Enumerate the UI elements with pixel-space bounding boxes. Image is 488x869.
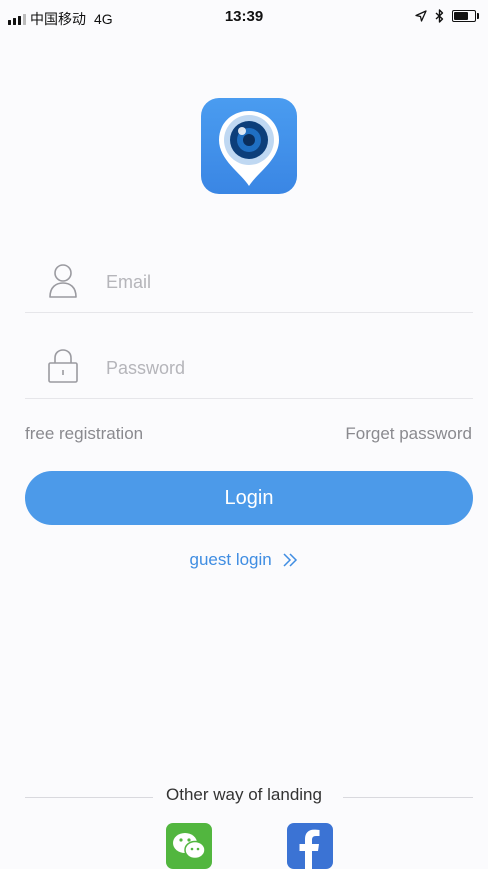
user-icon: [49, 264, 77, 298]
free-registration-link[interactable]: free registration: [25, 424, 143, 444]
password-row: [25, 338, 473, 399]
double-chevron-right-icon: [283, 553, 298, 567]
facebook-login-button[interactable]: [287, 823, 333, 869]
login-button[interactable]: Login: [25, 471, 473, 525]
forget-password-link[interactable]: Forget password: [345, 424, 472, 444]
facebook-icon: [299, 829, 320, 869]
lock-icon: [48, 349, 78, 383]
guest-login-label: guest login: [189, 550, 272, 569]
location-arrow-icon: [415, 10, 427, 22]
bluetooth-icon: [435, 9, 444, 23]
email-input[interactable]: [104, 266, 448, 298]
other-login-label: Other way of landing: [166, 785, 322, 804]
email-row: [25, 252, 473, 313]
wechat-login-button[interactable]: [166, 823, 212, 869]
battery-icon: [452, 10, 479, 22]
app-logo: [201, 98, 297, 194]
password-input[interactable]: [104, 352, 448, 384]
camera-pin-icon: [219, 111, 279, 186]
wechat-icon: [173, 833, 206, 860]
status-right: [415, 9, 479, 23]
guest-login-link[interactable]: guest login: [0, 550, 488, 570]
status-bar: 中国移动 4G 13:39: [0, 0, 488, 34]
